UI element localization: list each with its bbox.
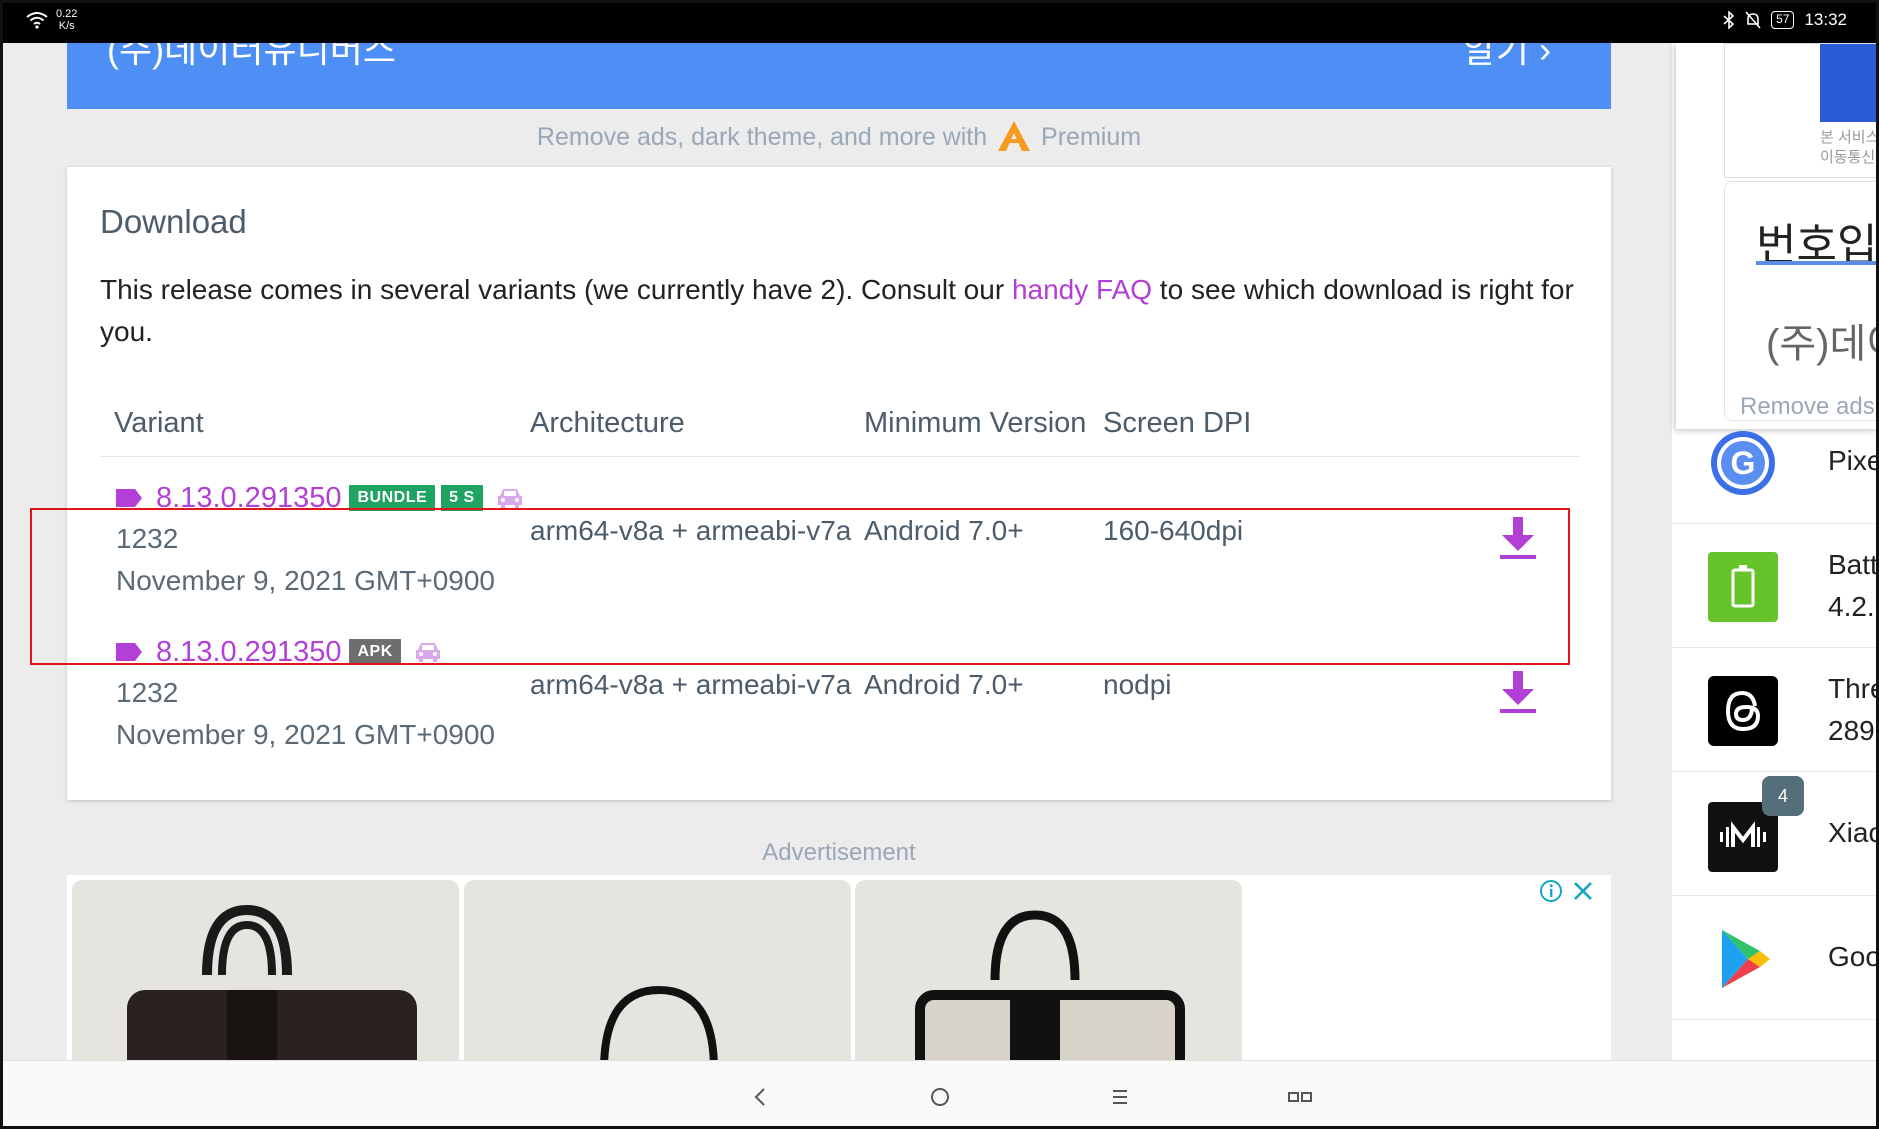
sidebar-app-item[interactable]: Goo xyxy=(1672,896,1879,1020)
car-icon xyxy=(415,643,440,662)
popup-image-box: 본 서비스 이동통신 xyxy=(1724,43,1879,178)
premium-prefix: Remove ads, dark theme, and more with xyxy=(536,123,988,151)
battery-icon xyxy=(1708,552,1778,622)
popup-small-text-2: 이동통신 xyxy=(1820,149,1876,166)
app-subtitle: 4.2. xyxy=(1828,591,1875,622)
app-name: Thre xyxy=(1828,673,1879,704)
status-right: 57 13:32 xyxy=(1723,10,1847,30)
download-icon[interactable] xyxy=(1498,669,1538,715)
popup-small-text: 본 서비스 이동통신 xyxy=(1820,128,1879,168)
column-screen-dpi: Screen DPI xyxy=(1103,407,1252,439)
release-date: November 9, 2021 GMT+0900 xyxy=(116,719,495,750)
architecture-cell: arm64-v8a + armeabi-v7a xyxy=(530,669,852,700)
sidebar-app-item[interactable]: Thre 289 xyxy=(1672,648,1879,772)
app-name: Goo xyxy=(1828,941,1879,972)
menu-icon[interactable] xyxy=(1102,1079,1138,1115)
table-row: 8.13.0.291350 APK 1232 November 9, 2021 … xyxy=(100,619,1580,769)
info-icon[interactable] xyxy=(1539,879,1563,903)
dpi-cell: nodpi xyxy=(1103,669,1172,700)
svg-text:G: G xyxy=(1731,445,1756,481)
network-speed: 0.22 K/s xyxy=(56,8,77,32)
download-icon[interactable] xyxy=(1498,515,1538,561)
download-card: Download This release comes in several v… xyxy=(67,167,1611,800)
table-row: 8.13.0.291350 BUNDLE 5 S 1232 November 9… xyxy=(100,465,1580,615)
car-icon xyxy=(497,489,522,508)
recent-apps-icon[interactable] xyxy=(1282,1079,1318,1115)
popup-blue-block xyxy=(1820,44,1879,122)
clock: 13:32 xyxy=(1804,10,1847,29)
app-subtitle: 289 xyxy=(1828,715,1875,746)
back-icon[interactable] xyxy=(742,1079,778,1115)
variant-line: 8.13.0.291350 BUNDLE 5 S xyxy=(116,479,525,517)
chevron-right-icon: › xyxy=(1539,43,1551,70)
ad-controls xyxy=(1539,879,1595,903)
app-name: Pixe xyxy=(1828,445,1879,476)
premium-suffix: Premium xyxy=(1041,123,1142,151)
close-icon[interactable] xyxy=(1571,879,1595,903)
status-left: 0.22 K/s xyxy=(26,8,77,32)
premium-promo[interactable]: Remove ads, dark theme, and more with Pr… xyxy=(67,121,1611,152)
sidebar-app-item[interactable]: G Pixe xyxy=(1672,400,1879,524)
download-title: Download xyxy=(100,203,247,240)
tag-icon xyxy=(116,489,142,507)
splits-badge: 5 S xyxy=(441,485,483,511)
top-ad-banner[interactable]: (주)데이터유니버스 알기 › xyxy=(67,43,1611,109)
bundle-badge: BUNDLE xyxy=(349,485,436,511)
bluetooth-icon xyxy=(1723,11,1735,29)
variants-table-header: Variant Architecture Minimum Version Scr… xyxy=(100,397,1580,457)
variant-version-link[interactable]: 8.13.0.291350 xyxy=(156,636,341,669)
variant-line: 8.13.0.291350 APK xyxy=(116,633,443,671)
tag-icon xyxy=(116,643,142,661)
apk-badge: APK xyxy=(349,639,401,665)
version-code: 1232 xyxy=(116,677,179,708)
sidebar-ad-popup[interactable]: 본 서비스 이동통신 번호입 (주)데이 Remove ads xyxy=(1676,43,1879,429)
app-name: Xiac xyxy=(1828,817,1879,848)
min-version-cell: Android 7.0+ xyxy=(864,669,1024,700)
dpi-cell: 160-640dpi xyxy=(1103,515,1244,546)
popup-small-text-1: 본 서비스 xyxy=(1820,129,1879,146)
release-date: November 9, 2021 GMT+0900 xyxy=(116,565,495,596)
net-speed-value: 0.22 xyxy=(56,8,78,20)
column-variant: Variant xyxy=(114,407,204,439)
app-name: Batt xyxy=(1828,549,1878,580)
popup-underline xyxy=(1756,261,1879,265)
net-speed-unit: K/s xyxy=(58,20,75,32)
notification-count-badge: 4 xyxy=(1762,776,1804,816)
desc-before: This release comes in several variants (… xyxy=(100,274,1012,305)
faq-link[interactable]: handy FAQ xyxy=(1012,274,1152,305)
battery-indicator: 57 xyxy=(1771,11,1795,29)
navigation-bar xyxy=(0,1060,1879,1129)
banner-cta-label: 알기 xyxy=(1462,43,1529,70)
column-min-version: Minimum Version xyxy=(864,407,1087,439)
apkmirror-logo-icon xyxy=(998,121,1031,151)
advertisement-label: Advertisement xyxy=(762,839,916,866)
download-description: This release comes in several variants (… xyxy=(100,269,1580,353)
google-icon: G xyxy=(1711,431,1775,495)
home-icon[interactable] xyxy=(922,1079,958,1115)
banner-cta[interactable]: 알기 › xyxy=(1463,43,1551,73)
wifi-icon xyxy=(26,12,48,29)
min-version-cell: Android 7.0+ xyxy=(864,515,1024,546)
status-bar: 0.22 K/s 57 13:32 xyxy=(0,0,1879,43)
mute-bell-icon xyxy=(1745,11,1761,29)
variant-version-link[interactable]: 8.13.0.291350 xyxy=(156,482,341,515)
sidebar-app-item[interactable]: 4 Xiac xyxy=(1672,772,1879,896)
threads-icon xyxy=(1708,676,1778,746)
version-code: 1232 xyxy=(116,523,179,554)
banner-text: (주)데이터유니버스 xyxy=(107,43,396,70)
column-architecture: Architecture xyxy=(530,407,685,439)
architecture-cell: arm64-v8a + armeabi-v7a xyxy=(530,515,852,546)
popup-company: (주)데이 xyxy=(1766,322,1879,366)
sidebar-app-item[interactable]: Batt 4.2. xyxy=(1672,524,1879,648)
google-play-icon xyxy=(1722,930,1770,988)
